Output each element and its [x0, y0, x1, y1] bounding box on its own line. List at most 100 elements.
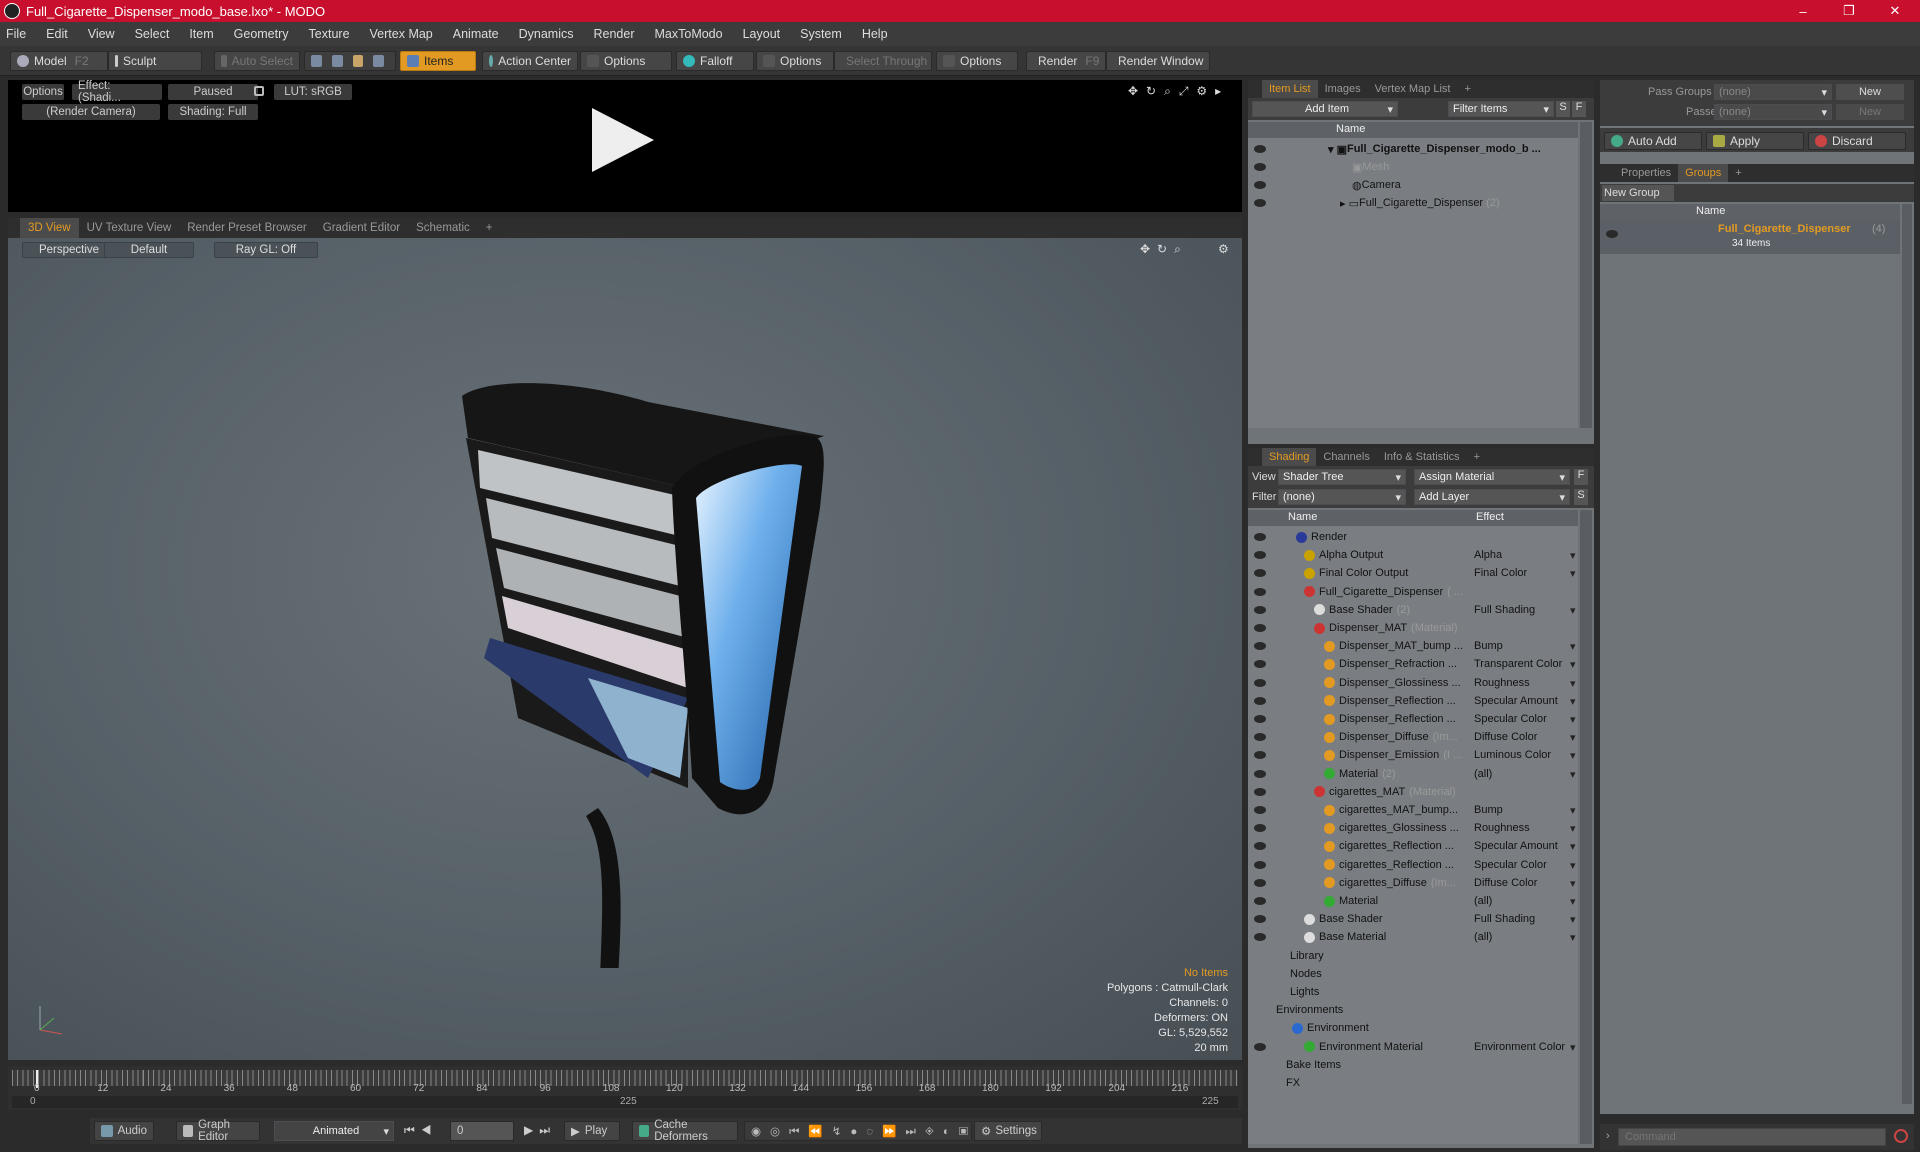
- visibility-eye-icon[interactable]: [1254, 605, 1266, 614]
- menu-help[interactable]: Help: [862, 27, 888, 41]
- visibility-eye-icon[interactable]: [1254, 660, 1266, 669]
- maximize-button[interactable]: ❐: [1826, 0, 1872, 22]
- visibility-eye-icon[interactable]: [1254, 642, 1266, 651]
- shader-row[interactable]: Material (2) (all): [1248, 765, 1578, 783]
- command-stop-icon[interactable]: [1894, 1129, 1908, 1143]
- shader-row[interactable]: Dispenser_Reflection ... Specular Color: [1248, 710, 1578, 728]
- visibility-eye-icon[interactable]: [1254, 751, 1266, 760]
- shader-row-effect[interactable]: Transparent Color: [1474, 658, 1576, 671]
- menu-animate[interactable]: Animate: [453, 27, 499, 41]
- shader-row-effect[interactable]: Specular Color: [1474, 859, 1575, 872]
- preview-camera-dropdown[interactable]: (Render Camera): [22, 104, 160, 120]
- menu-maxtomodo[interactable]: MaxToModo: [655, 27, 723, 41]
- settings-button[interactable]: ⚙ Settings: [974, 1121, 1042, 1141]
- select-through-options-button[interactable]: Options: [936, 51, 1018, 71]
- visibility-eye-icon[interactable]: [1254, 715, 1266, 723]
- shader-row-effect[interactable]: Specular Amount: [1474, 695, 1575, 708]
- visibility-eye-icon[interactable]: [1254, 933, 1266, 942]
- play-button[interactable]: ▶ Play: [564, 1121, 620, 1141]
- new-group-button[interactable]: New Group: [1602, 185, 1674, 201]
- timeline-range-bar[interactable]: 0 225 225: [12, 1096, 1238, 1108]
- shader-row-effect[interactable]: (all): [1474, 768, 1577, 781]
- tab-gradient-editor[interactable]: Gradient Editor: [315, 218, 408, 238]
- visibility-eye-icon[interactable]: [1254, 897, 1266, 905]
- tab-channels[interactable]: Channels: [1316, 448, 1376, 466]
- shader-row[interactable]: Nodes: [1248, 965, 1578, 983]
- assign-material-input[interactable]: Assign Material: [1414, 469, 1570, 485]
- shader-tree-scrollbar[interactable]: [1580, 510, 1592, 1144]
- shader-row[interactable]: Base Material (all): [1248, 928, 1578, 946]
- shader-row[interactable]: cigarettes_MAT (Material): [1248, 783, 1578, 801]
- shader-row[interactable]: Dispenser_Diffuse (Im... Diffuse Color: [1248, 728, 1578, 746]
- shader-row-effect[interactable]: (all): [1474, 931, 1577, 944]
- visibility-eye-icon[interactable]: [1254, 145, 1266, 153]
- filter-items-input[interactable]: Filter Items: [1448, 101, 1554, 117]
- timeline[interactable]: 0 12 24 36 48 60 72 84 96 108 120 132 144 156 168 180 19…: [8, 1066, 1242, 1110]
- shader-row-effect[interactable]: Alpha: [1474, 549, 1576, 562]
- menu-dynamics[interactable]: Dynamics: [519, 27, 574, 41]
- default-dropdown[interactable]: Default: [104, 242, 194, 258]
- item-row-camera[interactable]: ◍ Camera: [1248, 176, 1578, 194]
- menu-texture[interactable]: Texture: [309, 27, 350, 41]
- shader-row[interactable]: Environments: [1248, 1001, 1578, 1019]
- polygons-mode-icon[interactable]: [352, 55, 364, 67]
- tab-images[interactable]: Images: [1318, 80, 1368, 98]
- cigarette-dispenser-model[interactable]: [448, 338, 908, 968]
- s-button[interactable]: S: [1574, 489, 1588, 505]
- menu-geometry[interactable]: Geometry: [234, 27, 289, 41]
- tab-render-preset-browser[interactable]: Render Preset Browser: [179, 218, 315, 238]
- visibility-eye-icon[interactable]: [1254, 678, 1266, 687]
- groups-scrollbar[interactable]: [1902, 204, 1912, 1104]
- shader-row-effect[interactable]: Roughness: [1474, 822, 1575, 835]
- shader-row-effect[interactable]: Diffuse Color: [1474, 877, 1576, 890]
- shader-row[interactable]: Final Color Output Final Color: [1248, 564, 1578, 582]
- shader-row[interactable]: Material (all): [1248, 892, 1578, 910]
- shader-row[interactable]: Dispenser_Reflection ... Specular Amount: [1248, 692, 1578, 710]
- shader-row-effect[interactable]: Specular Amount: [1474, 840, 1575, 853]
- shader-row[interactable]: cigarettes_Reflection ... Specular Amount: [1248, 837, 1578, 855]
- f-button[interactable]: F: [1574, 469, 1588, 485]
- menu-edit[interactable]: Edit: [46, 27, 68, 41]
- rewind-step-icons[interactable]: ⏮◀: [404, 1123, 438, 1138]
- auto-add-button[interactable]: Auto Add: [1604, 132, 1702, 150]
- visibility-eye-icon[interactable]: [1254, 551, 1266, 560]
- s-button[interactable]: S: [1556, 101, 1570, 117]
- item-list-scrollbar[interactable]: [1580, 122, 1592, 428]
- visibility-eye-icon[interactable]: [1254, 696, 1266, 705]
- shader-row[interactable]: Environment: [1248, 1019, 1578, 1037]
- audio-button[interactable]: Audio: [94, 1121, 154, 1141]
- graph-editor-button[interactable]: Graph Editor: [176, 1119, 260, 1143]
- filter-dropdown[interactable]: (none): [1278, 489, 1406, 505]
- edges-mode-icon[interactable]: [331, 55, 343, 67]
- tab-info-statistics[interactable]: Info & Statistics: [1377, 448, 1467, 466]
- key-tools-icons[interactable]: ◉◎⏮⏪↯●◌⏩⏭◈◐▣: [744, 1121, 972, 1141]
- raygl-dropdown[interactable]: Ray GL: Off: [214, 242, 318, 258]
- menu-view[interactable]: View: [88, 27, 115, 41]
- preview-nav-icons[interactable]: ✥↻⌕⤢⚙▸: [1128, 84, 1229, 99]
- select-through-button[interactable]: Select Through: [834, 51, 932, 71]
- shader-row[interactable]: Alpha Output Alpha: [1248, 546, 1578, 564]
- shader-row-effect[interactable]: Specular Color: [1474, 713, 1575, 726]
- shader-row[interactable]: Full_Cigarette_Dispenser( ...: [1248, 583, 1578, 601]
- visibility-eye-icon[interactable]: [1254, 569, 1266, 578]
- forward-step-icons[interactable]: ▶⏭: [524, 1123, 556, 1138]
- visibility-eye-icon[interactable]: [1254, 1042, 1266, 1051]
- visibility-eye-icon[interactable]: [1254, 163, 1266, 171]
- shader-row-effect[interactable]: Full Shading: [1474, 913, 1576, 926]
- action-center-button[interactable]: Action Center: [482, 51, 578, 71]
- tab-shading[interactable]: Shading: [1262, 448, 1317, 466]
- shader-row[interactable]: Environment Material Environment Color: [1248, 1038, 1578, 1056]
- menu-render[interactable]: Render: [594, 27, 635, 41]
- render-button[interactable]: Render F9: [1026, 51, 1106, 71]
- preview-effect-dropdown[interactable]: Effect: (Shadi...: [72, 80, 162, 104]
- visibility-eye-icon[interactable]: [1254, 199, 1266, 207]
- visibility-eye-icon[interactable]: [1254, 806, 1266, 814]
- tab-add[interactable]: +: [1457, 80, 1477, 98]
- viewport-settings-icon[interactable]: ⚙: [1218, 242, 1229, 256]
- shader-row[interactable]: Dispenser_Refraction ... Transparent Colo…: [1248, 655, 1578, 673]
- discard-button[interactable]: Discard: [1808, 132, 1906, 150]
- cache-deformers-button[interactable]: Cache Deformers: [632, 1119, 738, 1143]
- shader-row-effect[interactable]: Roughness: [1474, 677, 1575, 690]
- shader-row-effect[interactable]: Final Color: [1474, 567, 1576, 580]
- shader-row-effect[interactable]: Bump: [1474, 640, 1575, 653]
